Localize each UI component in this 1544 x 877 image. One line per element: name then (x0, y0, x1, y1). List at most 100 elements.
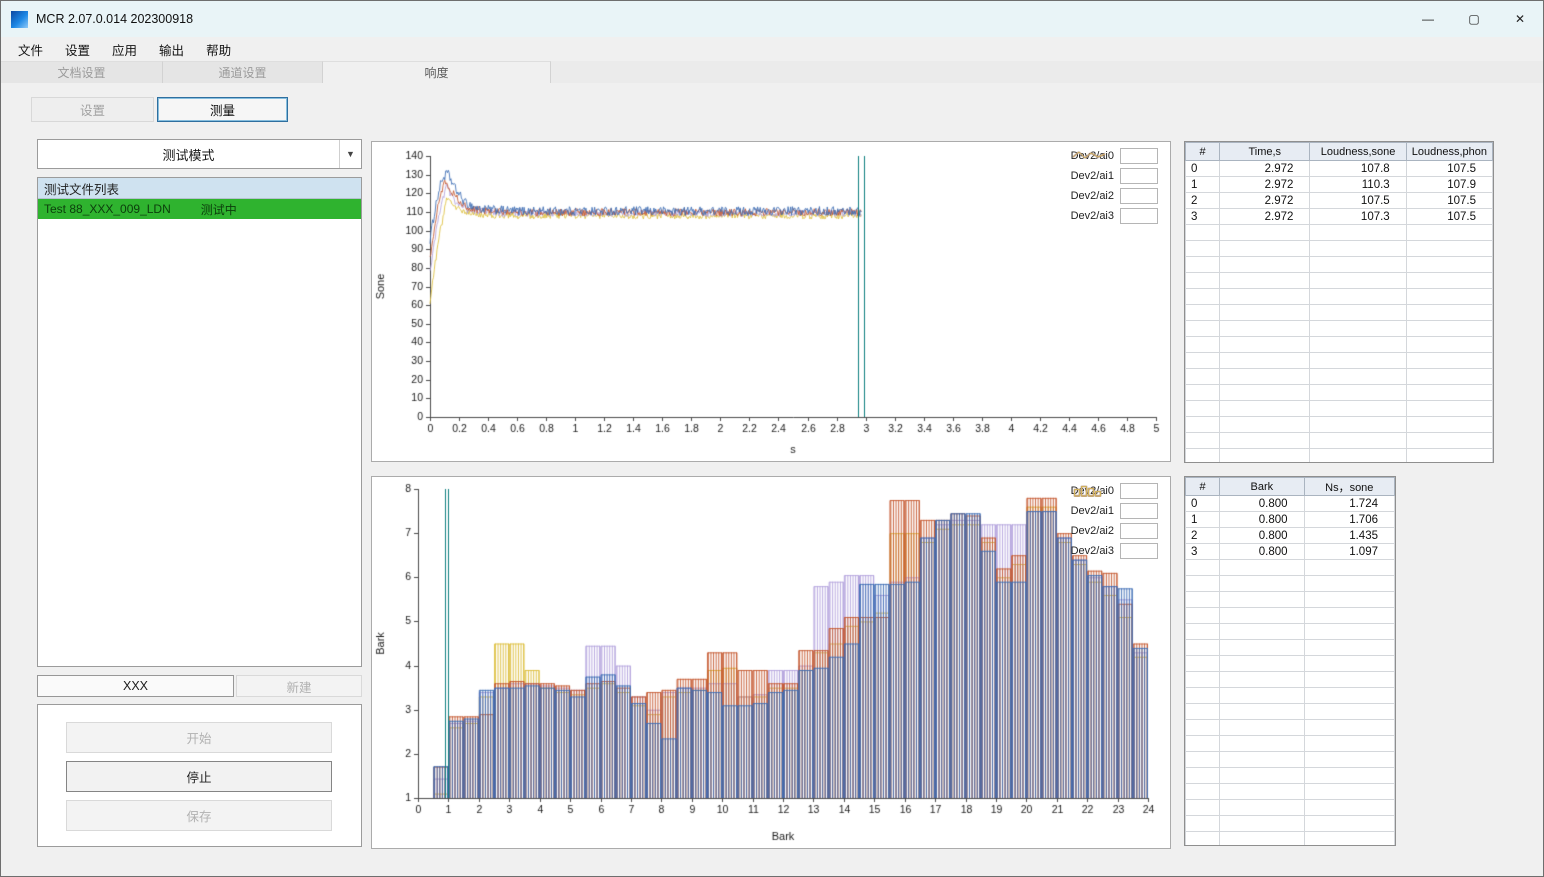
cell[interactable] (1303, 671, 1395, 688)
cell[interactable] (1219, 400, 1311, 417)
cell[interactable]: 107.5 (1405, 192, 1493, 209)
cell[interactable] (1185, 687, 1221, 704)
cell[interactable] (1405, 272, 1493, 289)
cell[interactable] (1219, 735, 1305, 752)
cell[interactable] (1185, 671, 1221, 688)
cell[interactable] (1219, 719, 1305, 736)
cell[interactable] (1219, 256, 1311, 273)
cell[interactable] (1405, 448, 1493, 462)
cell[interactable] (1405, 256, 1493, 273)
cell[interactable]: 107.9 (1405, 176, 1493, 193)
cell[interactable] (1185, 767, 1221, 784)
cell[interactable] (1405, 304, 1493, 321)
legend-item-dev2-ai2[interactable]: Dev2/ai2 (1070, 148, 1158, 204)
cell[interactable]: 2.972 (1219, 176, 1311, 193)
cell[interactable]: 2.972 (1219, 192, 1311, 209)
cell[interactable] (1405, 288, 1493, 305)
chevron-down-icon[interactable]: ▼ (339, 140, 361, 168)
cell[interactable] (1219, 336, 1311, 353)
cell[interactable] (1219, 831, 1305, 845)
cell[interactable] (1219, 559, 1305, 576)
test-file-item[interactable]: Test 88_XXX_009_LDN 测试中 (38, 199, 361, 219)
cell[interactable]: 0 (1185, 160, 1221, 177)
cell[interactable] (1309, 336, 1407, 353)
cell[interactable]: 1.706 (1303, 511, 1395, 528)
cell[interactable] (1219, 224, 1311, 241)
cell[interactable] (1185, 416, 1221, 433)
cell[interactable] (1185, 559, 1221, 576)
cell[interactable] (1303, 559, 1395, 576)
cell[interactable] (1185, 288, 1221, 305)
cell[interactable] (1185, 719, 1221, 736)
cell[interactable]: 107.5 (1405, 160, 1493, 177)
cell[interactable] (1309, 224, 1407, 241)
cell[interactable] (1185, 352, 1221, 369)
cell[interactable] (1309, 272, 1407, 289)
cell[interactable] (1303, 591, 1395, 608)
cell[interactable] (1219, 639, 1305, 656)
cell[interactable] (1405, 400, 1493, 417)
save-button[interactable]: 保存 (66, 800, 332, 831)
cell[interactable]: 107.5 (1309, 192, 1407, 209)
cell[interactable] (1185, 320, 1221, 337)
cell[interactable] (1185, 815, 1221, 832)
cell[interactable] (1185, 448, 1221, 462)
cell[interactable] (1219, 607, 1305, 624)
cell[interactable] (1303, 767, 1395, 784)
cell[interactable] (1185, 575, 1221, 592)
tab-channel-settings[interactable]: 通道设置 (163, 61, 323, 83)
cell[interactable] (1219, 591, 1305, 608)
cell[interactable]: 2.972 (1219, 160, 1311, 177)
cell[interactable] (1303, 831, 1395, 845)
menu-item-output[interactable]: 输出 (148, 40, 195, 59)
cell[interactable] (1219, 623, 1305, 640)
cell[interactable]: 0.800 (1219, 527, 1305, 544)
cell[interactable] (1303, 607, 1395, 624)
cell[interactable] (1405, 416, 1493, 433)
menu-item-apply[interactable]: 应用 (101, 40, 148, 59)
cell[interactable] (1185, 384, 1221, 401)
cell[interactable] (1303, 687, 1395, 704)
cell[interactable] (1185, 336, 1221, 353)
cell[interactable] (1219, 448, 1311, 462)
cell[interactable] (1405, 368, 1493, 385)
cell[interactable]: 2 (1185, 192, 1221, 209)
cell[interactable] (1219, 288, 1311, 305)
cell[interactable] (1309, 256, 1407, 273)
cell[interactable] (1219, 687, 1305, 704)
cell[interactable] (1303, 639, 1395, 656)
cell[interactable] (1303, 575, 1395, 592)
tab-loudness[interactable]: 响度 (323, 61, 551, 83)
menu-item-help[interactable]: 帮助 (195, 40, 242, 59)
cell[interactable] (1309, 368, 1407, 385)
cell[interactable]: 2.972 (1219, 208, 1311, 225)
cell[interactable] (1309, 320, 1407, 337)
cell[interactable] (1405, 432, 1493, 449)
cell[interactable] (1219, 240, 1311, 257)
cell[interactable]: 107.3 (1309, 208, 1407, 225)
maximize-icon[interactable]: ▢ (1451, 1, 1497, 37)
tab-doc-settings[interactable]: 文档设置 (1, 61, 163, 83)
cell[interactable] (1185, 304, 1221, 321)
cell[interactable] (1303, 783, 1395, 800)
cell[interactable] (1219, 703, 1305, 720)
cell[interactable]: 1 (1185, 511, 1221, 528)
cell[interactable] (1185, 783, 1221, 800)
minimize-icon[interactable]: — (1405, 1, 1451, 37)
cell[interactable] (1219, 799, 1305, 816)
cell[interactable]: 1.435 (1303, 527, 1395, 544)
cell[interactable] (1219, 272, 1311, 289)
cell[interactable] (1309, 240, 1407, 257)
cell[interactable] (1185, 639, 1221, 656)
menu-item-settings[interactable]: 设置 (54, 40, 101, 59)
cell[interactable] (1185, 368, 1221, 385)
cell[interactable] (1303, 719, 1395, 736)
cell[interactable] (1303, 735, 1395, 752)
subtab-settings[interactable]: 设置 (31, 97, 154, 122)
cell[interactable] (1309, 288, 1407, 305)
test-file-list[interactable]: 测试文件列表 Test 88_XXX_009_LDN 测试中 (37, 177, 362, 667)
cell[interactable] (1309, 416, 1407, 433)
stop-button[interactable]: 停止 (66, 761, 332, 792)
subtab-measure[interactable]: 测量 (157, 97, 288, 122)
cell[interactable] (1219, 815, 1305, 832)
